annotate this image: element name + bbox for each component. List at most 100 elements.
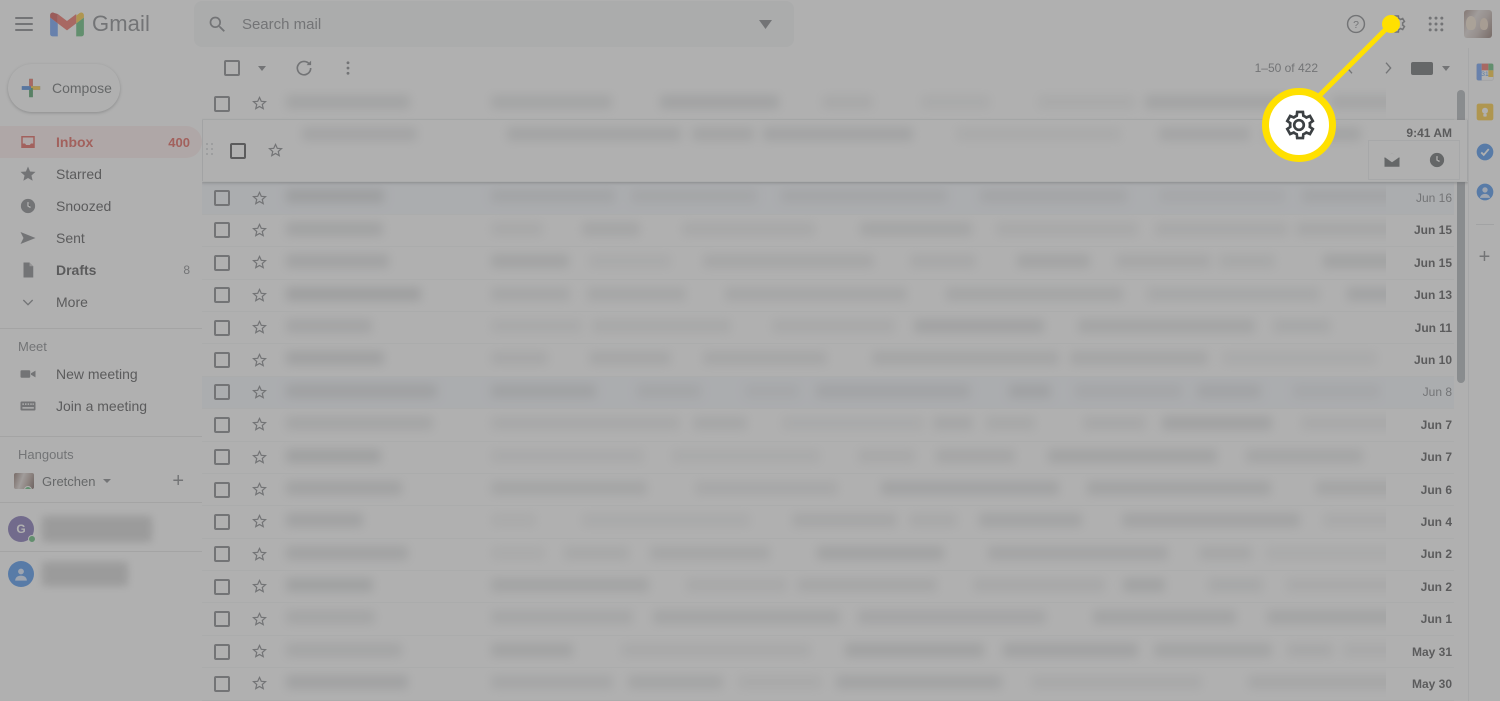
mail-row-content[interactable] — [276, 344, 1386, 375]
mail-row-checkbox[interactable] — [202, 481, 242, 498]
mail-row-content[interactable] — [276, 377, 1386, 408]
google-tasks-icon[interactable] — [1475, 142, 1495, 162]
next-page-button[interactable] — [1370, 50, 1406, 86]
input-tools-caret-icon[interactable] — [1438, 50, 1454, 86]
search-bar[interactable] — [193, 1, 794, 47]
hangouts-add-icon[interactable]: + — [172, 471, 184, 491]
refresh-button[interactable] — [286, 50, 322, 86]
mail-row-checkbox[interactable] — [202, 513, 242, 530]
mail-row-checkbox[interactable] — [202, 384, 242, 401]
mail-row-checkbox[interactable] — [202, 190, 242, 207]
mail-row-content[interactable] — [276, 182, 1386, 213]
search-icon[interactable] — [194, 1, 242, 47]
snooze-clock-icon[interactable] — [1426, 149, 1448, 171]
mail-row-checkbox[interactable] — [202, 319, 242, 336]
search-options-icon[interactable] — [746, 1, 786, 47]
settings-gear-icon[interactable] — [1378, 6, 1414, 42]
mail-row[interactable]: Jun 15 — [202, 214, 1468, 248]
mail-row-star-icon[interactable] — [242, 222, 276, 239]
mail-row-content[interactable] — [276, 88, 1386, 119]
apps-grid-icon[interactable] — [1418, 6, 1454, 42]
mail-row-checkbox[interactable] — [202, 222, 242, 239]
mail-row-content[interactable] — [276, 474, 1386, 505]
mail-row[interactable]: May 30 — [202, 668, 1468, 701]
prev-page-button[interactable] — [1332, 50, 1368, 86]
mail-row-checkbox[interactable] — [202, 352, 242, 369]
mail-row-star-icon[interactable] — [242, 578, 276, 595]
mail-row[interactable]: Jun 6 — [202, 473, 1468, 507]
add-side-panel-app-icon[interactable]: + — [1479, 247, 1491, 267]
mail-row-star-icon[interactable] — [242, 513, 276, 530]
select-all-caret-icon[interactable] — [252, 50, 272, 86]
mail-row-content[interactable] — [276, 409, 1386, 440]
mail-row-star-icon[interactable] — [242, 643, 276, 660]
mail-row[interactable]: Jun 11 — [202, 311, 1468, 345]
input-tools-button[interactable] — [1408, 50, 1436, 86]
sidebar-item-new-meeting[interactable]: New meeting — [0, 358, 202, 390]
google-calendar-icon[interactable]: 31 — [1475, 62, 1495, 82]
mail-row-content[interactable] — [276, 506, 1386, 537]
mail-row[interactable]: Jun 2 — [202, 571, 1468, 604]
mail-row-star-icon[interactable] — [242, 287, 276, 304]
mail-row[interactable]: Jun 7 — [202, 409, 1468, 442]
mail-row[interactable]: Jun 16 — [202, 182, 1468, 215]
hangouts-contact-row[interactable]: G — [0, 509, 202, 549]
sidebar-item-inbox[interactable]: Inbox 400 — [0, 126, 202, 158]
mail-row[interactable] — [202, 88, 1468, 121]
google-contacts-icon[interactable] — [1475, 182, 1495, 202]
mail-row-checkbox[interactable] — [202, 578, 242, 595]
mail-row-checkbox[interactable] — [202, 416, 242, 433]
search-input[interactable] — [241, 2, 746, 46]
mail-row-checkbox[interactable] — [202, 546, 242, 563]
mail-row[interactable]: Jun 13 — [202, 279, 1468, 312]
mail-row[interactable]: 9:41 AM — [202, 120, 1468, 183]
hamburger-icon[interactable] — [4, 4, 44, 44]
mail-row[interactable]: Jun 1 — [202, 603, 1468, 636]
mail-row-star-icon[interactable] — [242, 254, 276, 271]
mail-row[interactable]: Jun 15 — [202, 247, 1468, 280]
mail-row-star-icon[interactable] — [242, 384, 276, 401]
mail-row-content[interactable] — [276, 215, 1386, 246]
mail-row-star-icon[interactable] — [242, 675, 276, 692]
mail-row[interactable]: Jun 10 — [202, 344, 1468, 377]
google-keep-icon[interactable] — [1475, 102, 1495, 122]
mail-row-content[interactable] — [276, 247, 1386, 278]
mail-row-star-icon[interactable] — [242, 481, 276, 498]
mail-row[interactable]: Jun 4 — [202, 506, 1468, 539]
sidebar-item-starred[interactable]: Starred — [0, 158, 202, 190]
mail-row-content[interactable] — [276, 312, 1386, 343]
mail-row-content[interactable] — [292, 120, 1386, 181]
mail-row-content[interactable] — [276, 668, 1386, 699]
mail-row-star-icon[interactable] — [242, 611, 276, 628]
mail-row[interactable]: Jun 7 — [202, 441, 1468, 474]
mail-row-star-icon[interactable] — [242, 352, 276, 369]
mail-row-star-icon[interactable] — [242, 416, 276, 433]
mail-row-checkbox[interactable] — [218, 142, 258, 159]
compose-button[interactable]: Compose — [8, 64, 120, 112]
mail-row-checkbox[interactable] — [202, 643, 242, 660]
mail-row-star-icon[interactable] — [242, 546, 276, 563]
hangouts-account[interactable]: Gretchen + — [0, 466, 202, 496]
mail-row-star-icon[interactable] — [258, 142, 292, 159]
mail-row-content[interactable] — [276, 442, 1386, 473]
mail-row-star-icon[interactable] — [242, 449, 276, 466]
sidebar-item-snoozed[interactable]: Snoozed — [0, 190, 202, 222]
mail-row-content[interactable] — [276, 603, 1386, 634]
help-icon[interactable]: ? — [1338, 6, 1374, 42]
mail-row[interactable]: Jun 2 — [202, 538, 1468, 572]
mail-row-star-icon[interactable] — [242, 319, 276, 336]
select-all-checkbox[interactable] — [214, 50, 250, 86]
mail-row-content[interactable] — [276, 636, 1386, 667]
drag-handle-icon[interactable] — [206, 142, 218, 159]
mail-row[interactable]: May 31 — [202, 635, 1468, 669]
mail-row-checkbox[interactable] — [202, 675, 242, 692]
mail-row[interactable]: Jun 8 — [202, 376, 1468, 410]
mail-row-content[interactable] — [276, 539, 1386, 570]
sidebar-item-drafts[interactable]: Drafts 8 — [0, 254, 202, 286]
more-options-button[interactable] — [330, 50, 366, 86]
mark-as-read-icon[interactable] — [1381, 149, 1403, 171]
caret-down-icon[interactable] — [103, 479, 112, 483]
mail-row-checkbox[interactable] — [202, 287, 242, 304]
mail-row-star-icon[interactable] — [242, 190, 276, 207]
sidebar-item-join-meeting[interactable]: Join a meeting — [0, 390, 202, 422]
